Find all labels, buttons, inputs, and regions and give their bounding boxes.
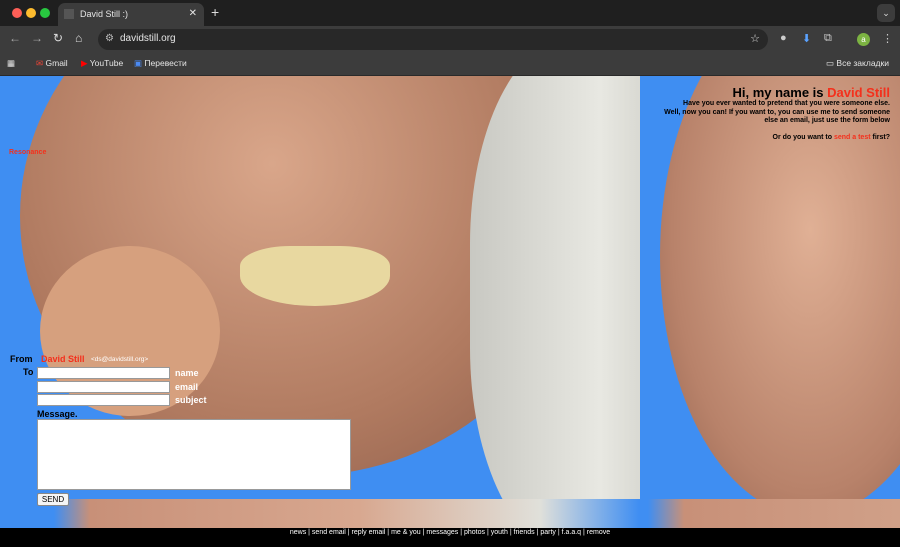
all-bookmarks[interactable]: ▭ Все закладки [826, 58, 889, 69]
address-bar[interactable]: ⚙ davidstill.org ☆ [98, 29, 768, 50]
footer-link-news[interactable]: news [290, 529, 306, 536]
minimize-window-button[interactable] [26, 8, 36, 18]
bookmark-star-icon[interactable]: ☆ [750, 32, 760, 45]
reload-icon[interactable]: ↻ [53, 31, 63, 45]
footer-link-reply-email[interactable]: reply email [352, 529, 386, 536]
footer-link-messages[interactable]: messages [426, 529, 458, 536]
extension-icon[interactable]: ● [780, 32, 787, 44]
tab-search-button[interactable]: ⌄ [877, 4, 895, 22]
back-icon[interactable]: ← [9, 31, 21, 45]
bookmark-youtube[interactable]: ▶ YouTube [81, 58, 123, 69]
toolbar: ← → ↻ ⌂ ⚙ davidstill.org ☆ ● ⬇ ⧉ ⋮ [0, 26, 900, 52]
apps-icon[interactable]: ▦ [7, 58, 15, 69]
site-info-icon[interactable]: ⚙ [105, 33, 114, 44]
footer-link-send-email[interactable]: send email [312, 529, 346, 536]
bookmark-translate[interactable]: ▣ Перевести [134, 58, 187, 69]
page-content: Hi, my name is David Still Have you ever… [0, 76, 900, 547]
youtube-icon: ▶ [81, 58, 88, 68]
bookmarks-bar: ▦ ✉ Gmail ▶ YouTube ▣ Перевести ▭ Все за… [0, 52, 900, 76]
avatar[interactable]: a [857, 33, 870, 46]
extensions-puzzle-icon[interactable]: ⧉ [824, 32, 832, 45]
tab-active[interactable]: David Still :) ✕ [58, 3, 204, 26]
greeting-heading: Hi, my name is David Still [732, 85, 890, 100]
from-name: David Still [41, 354, 85, 364]
test-prompt: Or do you want to send a test first? [772, 133, 890, 141]
new-tab-button[interactable]: + [211, 4, 219, 20]
close-tab-icon[interactable]: ✕ [189, 8, 197, 19]
subject-label: subject [175, 395, 207, 405]
from-email: <ds@davidstill.org> [91, 356, 149, 363]
message-textarea[interactable] [37, 419, 351, 490]
url-text: davidstill.org [120, 33, 176, 44]
footer-link-photos[interactable]: photos [464, 529, 485, 536]
maximize-window-button[interactable] [40, 8, 50, 18]
intro-line: Well, now you can! If you want to, you c… [664, 108, 890, 116]
message-label: Message. [37, 409, 78, 419]
favicon-icon [64, 9, 74, 19]
intro-text: Hi, my name is David Still Have you ever… [664, 85, 890, 142]
to-email-input[interactable] [37, 381, 170, 393]
email-label: email [175, 382, 199, 392]
portrait-photo-strip [0, 499, 900, 528]
footer-link-faaq[interactable]: f.a.a.q [562, 529, 581, 536]
name-label: name [175, 368, 199, 378]
menu-icon[interactable]: ⋮ [882, 32, 893, 45]
tab-title: David Still :) [80, 9, 129, 19]
send-test-link[interactable]: send a test [834, 134, 871, 141]
home-icon[interactable]: ⌂ [75, 31, 82, 45]
tab-bar: David Still :) ✕ + ⌄ [0, 0, 900, 26]
from-label: From [10, 354, 33, 364]
to-name-input[interactable] [37, 367, 170, 379]
footer-nav: news | send email | reply email | me & y… [0, 528, 900, 547]
close-window-button[interactable] [12, 8, 22, 18]
footer-link-friends[interactable]: friends [514, 529, 535, 536]
footer-link-remove[interactable]: remove [587, 529, 610, 536]
intro-line: Have you ever wanted to pretend that you… [683, 100, 890, 107]
download-icon[interactable]: ⬇ [802, 32, 811, 45]
footer-link-youth[interactable]: youth [491, 529, 508, 536]
footer-link-me-you[interactable]: me & you [391, 529, 421, 536]
subject-input[interactable] [37, 394, 170, 406]
to-label: To [23, 367, 34, 377]
bookmark-gmail[interactable]: ✉ Gmail [36, 58, 68, 69]
send-button[interactable]: SEND [37, 493, 69, 506]
gmail-icon: ✉ [36, 58, 44, 68]
translate-icon: ▣ [134, 58, 143, 68]
folder-icon: ▭ [826, 58, 835, 68]
resonance-link[interactable]: Resonance [9, 149, 46, 156]
forward-icon[interactable]: → [31, 31, 43, 45]
intro-line: else an email, just use the form below [764, 117, 890, 124]
footer-link-party[interactable]: party [540, 529, 556, 536]
